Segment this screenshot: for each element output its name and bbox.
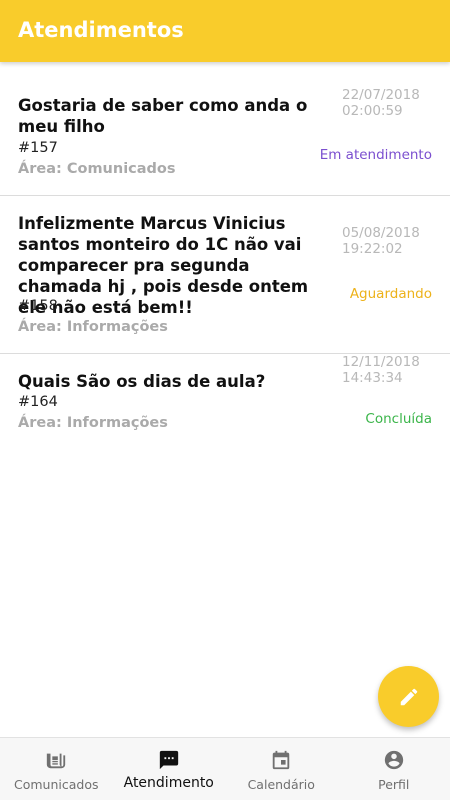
nav-item-perfil[interactable]: Perfil (338, 738, 450, 800)
ticket-list: Gostaria de saber como anda o meu filho … (0, 62, 450, 450)
nav-item-atendimento[interactable]: Atendimento (113, 738, 226, 800)
bottom-navigation: Comunicados Atendimento Calendário Perfi… (0, 737, 450, 800)
ticket-time: 19:22:02 (342, 241, 403, 257)
nav-label: Comunicados (14, 777, 99, 792)
ticket-time: 02:00:59 (342, 103, 403, 119)
nav-label: Perfil (378, 777, 410, 792)
nav-label: Calendário (247, 777, 315, 792)
page-title: Atendimentos (18, 18, 184, 42)
account-circle-icon (384, 750, 403, 770)
ticket-title: Infelizmente Marcus Vinicius santos mont… (18, 214, 309, 317)
ticket-number: #158 (18, 298, 58, 314)
ticket-number: #164 (18, 394, 58, 410)
ticket-time: 14:43:34 (342, 370, 403, 386)
ticket-item[interactable]: Infelizmente Marcus Vinicius santos mont… (0, 196, 450, 354)
nav-item-comunicados[interactable]: Comunicados (0, 738, 113, 800)
app-bar: Atendimentos (0, 0, 450, 62)
pencil-icon (400, 688, 417, 705)
ticket-area: Área: Informações (18, 319, 168, 335)
nav-label: Atendimento (123, 775, 214, 791)
ticket-area: Área: Comunicados (18, 161, 176, 177)
ticket-status: Em atendimento (319, 147, 432, 163)
ticket-date: 22/07/2018 (342, 87, 420, 103)
ticket-date: 05/08/2018 (342, 225, 420, 241)
chat-icon (159, 750, 178, 770)
ticket-item[interactable]: Quais São os dias de aula? #164 Área: In… (0, 354, 450, 450)
ticket-item[interactable]: Gostaria de saber como anda o meu filho … (0, 62, 450, 196)
ticket-title: Quais São os dias de aula? (18, 372, 266, 391)
nav-item-calendario[interactable]: Calendário (225, 738, 338, 800)
ticket-number: #157 (18, 140, 58, 156)
ticket-title: Gostaria de saber como anda o meu filho (18, 96, 308, 136)
calendar-icon (273, 750, 290, 770)
ticket-status: Concluída (365, 411, 432, 427)
new-ticket-button[interactable] (378, 666, 439, 727)
ticket-area: Área: Informações (18, 415, 168, 431)
ticket-date: 12/11/2018 (342, 354, 420, 370)
newspaper-icon (47, 753, 66, 769)
ticket-status: Aguardando (349, 286, 432, 302)
